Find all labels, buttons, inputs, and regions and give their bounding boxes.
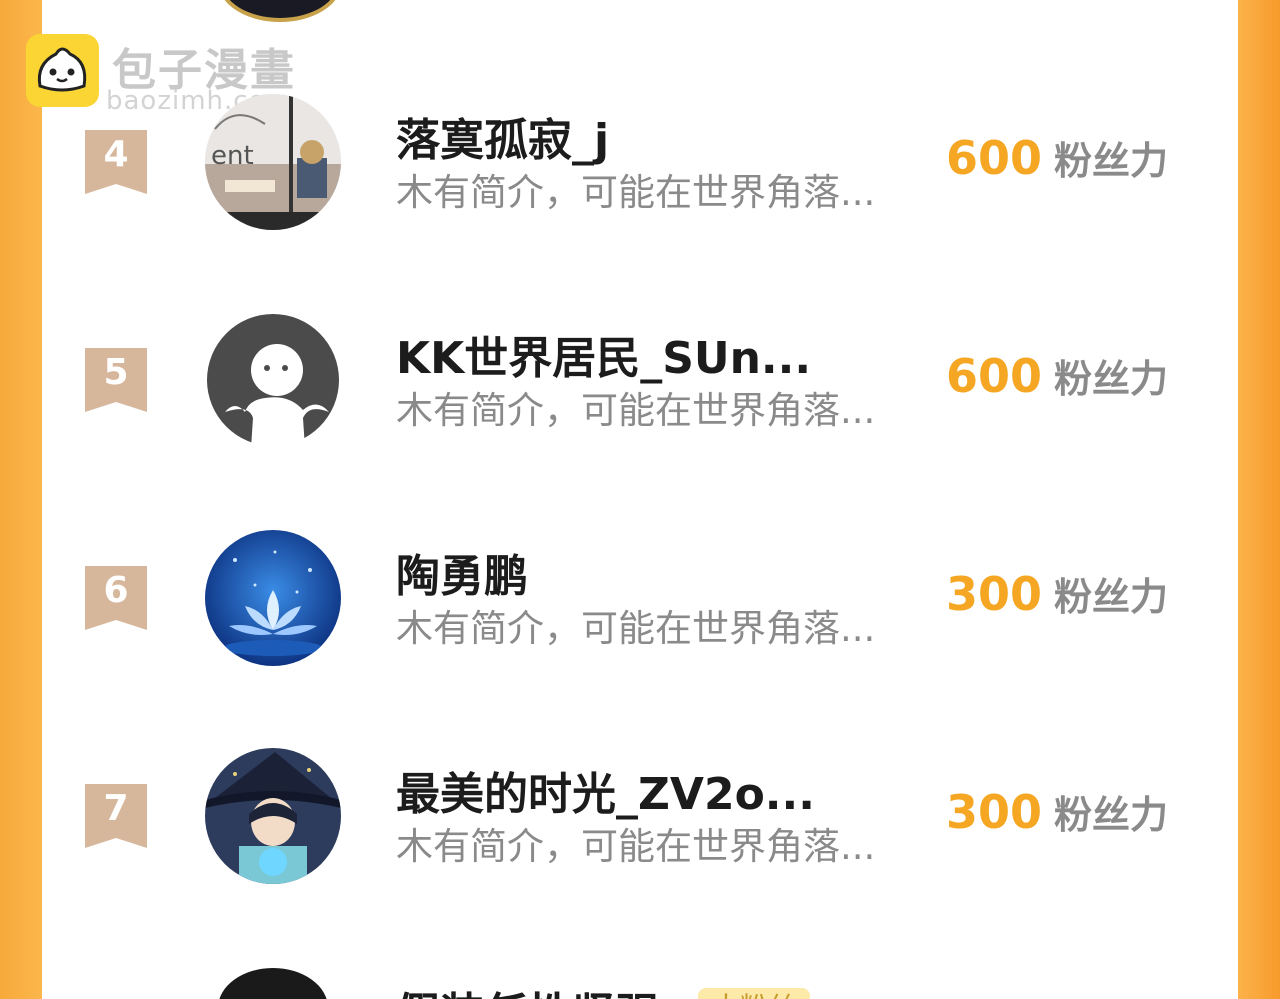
user-description: 木有简介，可能在世界角落... — [396, 171, 876, 214]
user-name[interactable]: 假装任性坚强 — [396, 978, 660, 999]
avatar[interactable] — [205, 748, 341, 884]
list-item[interactable]: 7 最美的时光_ZV2o... 木有简介，可能在世界角落... 300 粉丝力 — [0, 746, 1280, 886]
user-name[interactable]: KK世界居民_SUn... — [396, 322, 811, 386]
user-description: 木有简介，可能在世界角落... — [396, 607, 876, 650]
rank-number: 7 — [103, 788, 129, 829]
rank-number: 4 — [103, 134, 129, 175]
list-item-partial[interactable]: 假装任性坚强 大粉丝 — [0, 960, 1280, 999]
user-description: 木有简介，可能在世界角落... — [396, 825, 876, 868]
svg-text:ent: ent — [211, 141, 254, 171]
fan-power-score: 600 粉丝力 — [946, 130, 1168, 185]
fan-power-score: 300 粉丝力 — [946, 566, 1168, 621]
avatar[interactable] — [218, 968, 328, 999]
fan-tag-badge: 大粉丝 — [698, 988, 811, 999]
user-description: 木有简介，可能在世界角落... — [396, 389, 876, 432]
avatar[interactable] — [205, 530, 341, 666]
rank-number: 6 — [103, 570, 129, 611]
score-unit: 粉丝力 — [1054, 793, 1169, 837]
rank-badge: 5 — [85, 348, 147, 412]
list-item[interactable]: 6 陶勇鹏 木有简介，可能在世界角落... 300 粉丝力 — [0, 528, 1280, 668]
rank-badge: 6 — [85, 566, 147, 630]
fan-power-score: 300 粉丝力 — [946, 784, 1168, 839]
rank-badge: 4 — [85, 130, 147, 194]
rank-number: 5 — [103, 352, 129, 393]
score-value: 600 — [946, 131, 1043, 185]
score-unit: 粉丝力 — [1054, 575, 1169, 619]
score-value: 600 — [946, 349, 1043, 403]
list-item[interactable]: 4 ent 落寞孤寂_j 木有简介，可能在世界角落... 600 粉丝力 — [0, 92, 1280, 232]
list-item[interactable]: 5 KK世界居民_SUn... 木有简介，可能在世界角落... 600 粉丝力 — [0, 310, 1280, 450]
user-name[interactable]: 最美的时光_ZV2o... — [396, 758, 815, 822]
score-unit: 粉丝力 — [1054, 357, 1169, 401]
score-unit: 粉丝力 — [1054, 139, 1169, 183]
score-value: 300 — [946, 567, 1043, 621]
score-value: 300 — [946, 785, 1043, 839]
fan-power-score: 600 粉丝力 — [946, 348, 1168, 403]
avatar[interactable] — [205, 312, 341, 448]
user-name[interactable]: 落寞孤寂_j — [396, 104, 609, 168]
rank-badge: 7 — [85, 784, 147, 848]
user-name[interactable]: 陶勇鹏 — [396, 540, 528, 604]
avatar[interactable]: ent — [205, 94, 341, 230]
